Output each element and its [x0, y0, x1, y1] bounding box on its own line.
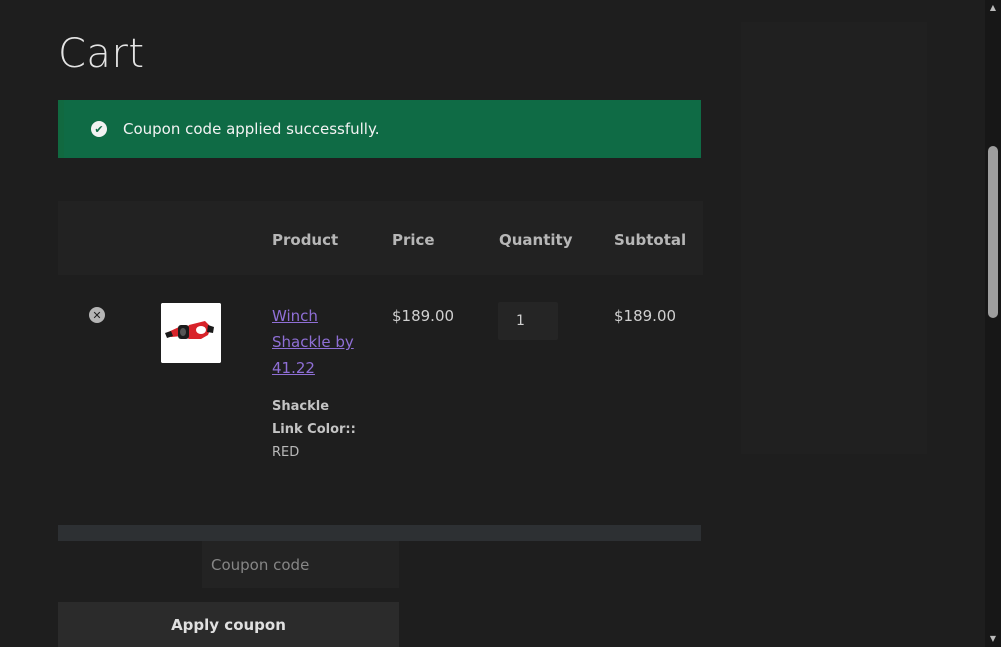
remove-circle-icon[interactable]: ✕ [89, 307, 105, 323]
apply-coupon-button[interactable]: Apply coupon [58, 602, 399, 647]
item-subtotal: $189.00 [614, 307, 677, 325]
check-circle-icon: ✔ [91, 121, 107, 137]
page-title: Cart [58, 31, 145, 77]
cart-actions-bar [58, 525, 701, 541]
sidebar-panel [741, 22, 927, 454]
quantity-input[interactable] [498, 302, 558, 340]
product-thumbnail[interactable] [161, 303, 221, 363]
scroll-up-arrow-icon[interactable]: ▲ [985, 0, 1001, 16]
success-notice: ✔ Coupon code applied successfully. [58, 100, 701, 158]
variation-value: RED [272, 445, 300, 460]
product-variation: Shackle Link Color:: RED [272, 395, 362, 464]
column-header-price: Price [392, 231, 435, 249]
column-header-subtotal: Subtotal [614, 231, 687, 249]
notice-message: Coupon code applied successfully. [123, 120, 380, 138]
product-name-link[interactable]: Winch Shackle by 41.22 [272, 303, 362, 381]
item-price: $189.00 [392, 307, 455, 325]
winch-shackle-red-thumbnail [161, 303, 221, 363]
scroll-down-arrow-icon[interactable]: ▼ [985, 631, 1001, 647]
cart-page: Cart ✔ Coupon code applied successfully.… [0, 0, 1001, 647]
scrollbar-thumb[interactable] [988, 146, 998, 318]
column-header-product: Product [272, 231, 339, 249]
variation-label: Shackle Link Color:: [272, 399, 356, 437]
coupon-code-input[interactable] [202, 541, 399, 588]
vertical-scrollbar[interactable]: ▲ ▼ [985, 0, 1001, 647]
cart-table-header: Product Price Quantity Subtotal [58, 201, 703, 275]
column-header-quantity: Quantity [499, 231, 573, 249]
